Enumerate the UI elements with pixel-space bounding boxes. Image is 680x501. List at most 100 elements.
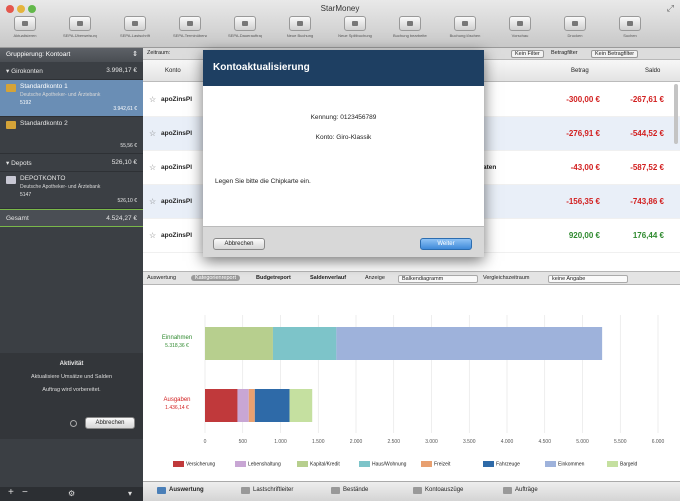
bar-segment-einkommen[interactable] — [336, 327, 603, 360]
account-name: DEPOTKONTO — [20, 175, 66, 182]
betragfilter-label: Betragfilter — [551, 50, 578, 56]
sidebar-account-standardkonto-2[interactable]: Standardkonto 2 55,56 € — [0, 117, 143, 154]
cell-saldo: 176,44 € — [632, 231, 664, 240]
tab-kategorienreport[interactable]: Kategorienreport — [191, 275, 240, 281]
toolbar-icon — [344, 16, 366, 31]
x-tick-label: 5.500 — [614, 439, 627, 445]
bar-segment-bargeld[interactable] — [289, 389, 313, 422]
bar-segment-freizeit[interactable] — [248, 389, 255, 422]
tab-kontoauszüge[interactable]: Kontoauszüge — [413, 487, 463, 494]
toolbar-button-label: Neue Splitbuchung — [338, 33, 372, 38]
disclosure-icon[interactable]: ▾ — [6, 68, 9, 75]
dialog-konto: Konto: Giro-Klassik — [315, 134, 372, 141]
kontoaktualisierung-dialog: Kontoaktualisierung Kennung: 0123456789 … — [203, 50, 484, 257]
toolbar-button[interactable]: SEPA-Terminüberweisung — [173, 16, 207, 46]
legend-swatch — [545, 461, 556, 467]
x-tick-label: 3.000 — [425, 439, 438, 445]
toolbar-button[interactable]: SEPA-Überweisung — [63, 16, 97, 46]
toolbar-button[interactable]: Buchung löschen — [448, 16, 482, 46]
tab-aufträge[interactable]: Aufträge — [503, 487, 538, 494]
column-header-betrag[interactable]: Betrag — [571, 68, 589, 74]
cell-saldo: -743,86 € — [630, 197, 664, 206]
toolbar-icon — [564, 16, 586, 31]
legend-label: Fahrzeuge — [496, 461, 520, 468]
kein-betragfilter-button[interactable]: Kein Betragfilter — [591, 50, 639, 58]
chevron-down-icon[interactable]: ▾ — [128, 489, 132, 498]
x-tick-label: 4.000 — [501, 439, 514, 445]
account-bank: Deutsche Apotheker- und Ärztebank — [20, 184, 101, 190]
tab-saldenverlauf[interactable]: Saldenverlauf — [310, 275, 346, 281]
toolbar-button-label: Suchen — [623, 33, 637, 38]
analysis-bar: Auswertung Kategorienreport Budgetreport… — [143, 271, 680, 285]
toolbar-button[interactable]: Buchung bearbeiten — [393, 16, 427, 46]
category-chart: 0 500 1.000 1.500 2.000 2.500 3.000 3.500 4.000 4… — [143, 285, 680, 481]
toolbar-button[interactable]: SEPA-Lastschrift — [118, 16, 152, 46]
sidebar-group-depots[interactable]: ▾ Depots 526,10 € — [0, 154, 143, 172]
kein-filter-button[interactable]: Kein Filter — [511, 50, 544, 58]
toolbar-button[interactable]: Drucken — [558, 16, 592, 46]
toolbar-button[interactable]: Suchen — [613, 16, 647, 46]
disclosure-icon[interactable]: ▾ — [6, 160, 9, 167]
x-tick-label: 2.500 — [387, 439, 400, 445]
cell-konto: apoZinsPl — [161, 96, 193, 103]
dialog-cancel-button[interactable]: Abbrechen — [213, 238, 265, 250]
legend-label: Lebenshaltung — [248, 461, 281, 468]
tab-lastschriftleiter[interactable]: Lastschriftleiter — [241, 487, 293, 494]
sidebar-grouping[interactable]: Gruppierung: Kontoart ⇕ — [0, 48, 143, 62]
bar-segment-kapital-kredit[interactable] — [205, 327, 273, 360]
cell-konto: apoZinsPl — [161, 130, 193, 137]
toolbar-button[interactable]: SEPA-Dauerauftrag — [228, 16, 262, 46]
toolbar-button[interactable]: Vorschau — [503, 16, 537, 46]
activity-substatus: Auftrag wird vorbereitet. — [42, 387, 101, 393]
toolbar-icon — [289, 16, 311, 31]
legend-label: Einkommen — [558, 461, 585, 468]
table-scrollbar[interactable] — [674, 84, 678, 144]
sidebar-group-girokonten[interactable]: ▾ Girokonten 3.998,17 € — [0, 62, 143, 80]
gear-icon[interactable]: ⚙ — [68, 489, 75, 498]
toolbar-button-label: Drucken — [567, 33, 583, 38]
bar-segment-fahrzeuge[interactable] — [254, 389, 290, 422]
group-amount: 526,10 € — [111, 159, 137, 166]
legend-swatch — [297, 461, 308, 467]
column-header-saldo[interactable]: Saldo — [645, 68, 660, 74]
dialog-title: Kontoaktualisierung — [203, 50, 484, 86]
sidebar-account-standardkonto-1[interactable]: Standardkonto 1 Deutsche Apotheker- und … — [0, 80, 143, 117]
dialog-weiter-button[interactable]: Weiter — [420, 238, 472, 250]
tab-auswertung[interactable]: Auswertung — [157, 487, 204, 494]
bar-segment-lebenshaltung[interactable] — [237, 389, 249, 422]
star-icon[interactable]: ☆ — [149, 95, 156, 104]
star-icon[interactable]: ☆ — [149, 129, 156, 138]
column-header-konto[interactable]: Konto — [165, 68, 181, 74]
bar-segment-versicherung[interactable] — [205, 389, 238, 422]
vergleichszeitraum-select[interactable]: keine Angabe — [548, 275, 628, 283]
toolbar-button[interactable]: Aktualisieren — [8, 16, 42, 46]
activity-status: Aktualisiere Umsätze und Salden — [30, 374, 112, 380]
activity-cancel-button[interactable]: Abbrechen — [85, 417, 135, 429]
star-icon[interactable]: ☆ — [149, 163, 156, 172]
star-icon[interactable]: ☆ — [149, 197, 156, 206]
add-icon[interactable]: + — [8, 487, 14, 498]
dialog-body: Kennung: 0123456789 Konto: Giro-Klassik … — [203, 86, 484, 226]
toolbar: Aktualisieren SEPA-Überweisung SEPA-Lastsc… — [0, 15, 680, 47]
toolbar-button-label: SEPA-Terminüberweisung — [173, 33, 207, 38]
toolbar-icon — [179, 16, 201, 31]
star-icon[interactable]: ☆ — [149, 231, 156, 240]
cell-konto: apoZinsPl — [161, 164, 193, 171]
tab-bestände[interactable]: Bestände — [331, 487, 368, 494]
account-balance: 526,10 € — [117, 198, 137, 204]
category-total: 1.436,14 € — [165, 405, 189, 411]
dialog-footer: Abbrechen Weiter — [203, 226, 484, 257]
anzeige-select[interactable]: Balkendiagramm — [398, 275, 478, 283]
tab-budgetreport[interactable]: Budgetreport — [256, 275, 291, 281]
toolbar-button[interactable]: Neue Splitbuchung — [338, 16, 372, 46]
legend-item: Lebenshaltung — [235, 461, 281, 467]
sidebar-account-depotkonto[interactable]: DEPOTKONTO Deutsche Apotheker- und Ärzte… — [0, 172, 143, 209]
remove-icon[interactable]: − — [22, 487, 28, 498]
toolbar-icon — [69, 16, 91, 31]
group-amount: 3.998,17 € — [106, 67, 137, 74]
wallet-icon — [6, 121, 16, 129]
toolbar-button[interactable]: Neue Buchung — [283, 16, 317, 46]
toolbar-icon — [509, 16, 531, 31]
bar-segment-haus-wohnung[interactable] — [272, 327, 337, 360]
fullscreen-icon[interactable]: ⤢ — [667, 3, 674, 14]
